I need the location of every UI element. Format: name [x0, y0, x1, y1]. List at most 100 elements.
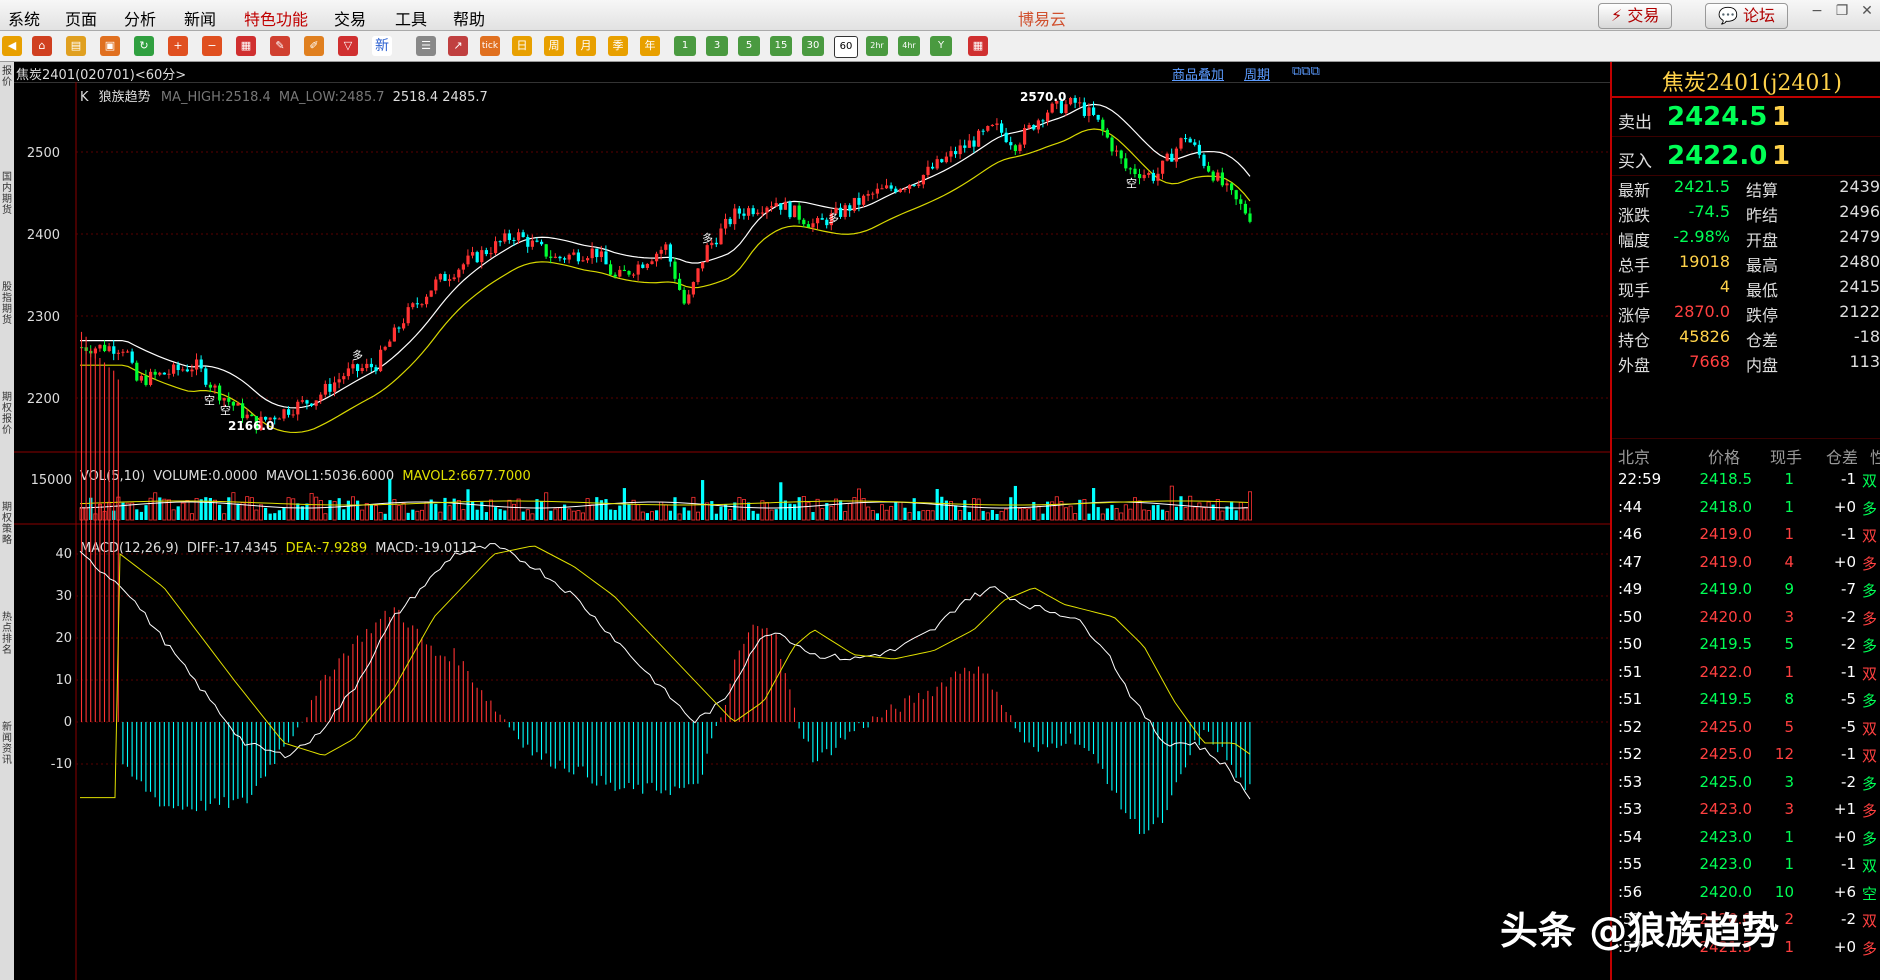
candle-body — [1046, 112, 1050, 122]
new-button[interactable]: 新 — [372, 36, 392, 56]
volume-bar — [636, 504, 641, 521]
candle-body — [664, 244, 668, 250]
minimize-icon[interactable]: − — [1805, 3, 1829, 21]
filter-icon[interactable]: ▽ — [338, 36, 358, 56]
candle-body — [908, 184, 912, 189]
draw-tool-icon[interactable]: ✐ — [304, 36, 324, 56]
candle-body — [553, 256, 557, 258]
candle-body — [1092, 107, 1096, 115]
refresh-icon[interactable]: ↻ — [134, 36, 154, 56]
year-button[interactable]: 年 — [640, 36, 660, 56]
volume-bar — [1078, 499, 1082, 520]
candle-body — [760, 212, 764, 214]
close-icon[interactable]: ✕ — [1855, 3, 1879, 21]
period-1-button[interactable]: 1 — [674, 36, 696, 56]
menu-trade[interactable]: 交易 — [334, 6, 366, 30]
candle-body — [337, 379, 341, 383]
stat-label-right: 最低 — [1746, 281, 1779, 300]
candle-body — [917, 184, 921, 186]
volume-bar — [585, 498, 590, 521]
volume-bar — [1137, 500, 1142, 521]
period-30-button[interactable]: 30 — [802, 36, 824, 56]
menu-news[interactable]: 新闻 — [184, 6, 216, 30]
book-icon[interactable]: ▣ — [100, 36, 120, 56]
period-4hr-button[interactable]: 4hr — [898, 36, 920, 56]
candle-body — [535, 240, 539, 242]
quote-panel: 焦炭2401(j2401) 卖出 2424.5 1 买入 2422.0 1 最新… — [1610, 62, 1880, 980]
candle-body — [811, 223, 815, 228]
period-year-button[interactable]: Y — [930, 36, 952, 56]
volume-bar — [309, 493, 314, 521]
volume-bar — [609, 509, 613, 520]
zoom-out-icon[interactable]: − — [202, 36, 222, 56]
macd-tick-10: 10 — [55, 673, 72, 688]
restore-icon[interactable]: ❐ — [1830, 3, 1854, 21]
sidebar-tab-hot-ranking[interactable]: 热点排名 — [0, 612, 14, 656]
pen-icon[interactable]: ✎ — [270, 36, 290, 56]
sidebar-tab-domestic-futures[interactable]: 国内期货 — [0, 172, 14, 216]
candle-body — [687, 294, 691, 304]
candle-body — [342, 376, 346, 380]
volume-bar — [963, 500, 967, 520]
volume-bar — [903, 507, 907, 520]
volume-bar — [1183, 507, 1188, 521]
period-3-button[interactable]: 3 — [706, 36, 728, 56]
sidebar-tab-news[interactable]: 新闻资讯 — [0, 722, 14, 766]
tick-p: 2422.0 — [1699, 662, 1753, 681]
menu-page[interactable]: 页面 — [65, 6, 97, 30]
volume-bar — [613, 509, 617, 520]
menu-tools[interactable]: 工具 — [395, 6, 427, 30]
menu-special-features[interactable]: 特色功能 — [244, 6, 308, 30]
tick-d: -5 — [1841, 717, 1856, 736]
candle-body — [1105, 129, 1109, 138]
period-15-button[interactable]: 15 — [770, 36, 792, 56]
sidebar-tab-options-quote[interactable]: 期权报价 — [0, 392, 14, 436]
month-button[interactable]: 月 — [576, 36, 596, 56]
chart-area[interactable]: 焦炭2401(020701)<60分> 商品叠加 周期 ⧉⧉⧉ K 狼族趋势 M… — [14, 62, 1610, 980]
home-icon[interactable]: ⌂ — [32, 36, 52, 56]
volume-bar — [1064, 507, 1069, 521]
forum-button[interactable]: 💬 论坛 — [1705, 3, 1789, 29]
menu-analysis[interactable]: 分析 — [124, 6, 156, 30]
volume-bar — [176, 506, 180, 520]
candle-body — [599, 251, 603, 258]
chart-icon[interactable]: ↗ — [448, 36, 468, 56]
candle-body — [287, 409, 291, 415]
volume-bar — [204, 497, 208, 520]
candle-body — [540, 241, 544, 245]
period-5-button[interactable]: 5 — [738, 36, 760, 56]
chart-canvas[interactable]: 2500 2400 2300 2200 15000 40 30 20 10 0 … — [14, 62, 1610, 980]
table-icon[interactable]: ☰ — [416, 36, 436, 56]
week-button[interactable]: 周 — [544, 36, 564, 56]
menu-help[interactable]: 帮助 — [453, 6, 485, 30]
ma-high-line — [80, 103, 1251, 409]
quarter-button[interactable]: 季 — [608, 36, 628, 56]
tick-v: 1 — [1784, 662, 1794, 681]
volume-bar — [1018, 508, 1023, 521]
tick-button[interactable]: tick — [480, 36, 500, 56]
candle-body — [369, 363, 373, 368]
period-2hr-button[interactable]: 2hr — [866, 36, 888, 56]
folder-icon[interactable]: ▤ — [66, 36, 86, 56]
candle-body — [356, 364, 360, 372]
grid-icon[interactable]: ▦ — [968, 36, 988, 56]
candle-body — [231, 401, 235, 406]
zoom-in-icon[interactable]: + — [168, 36, 188, 56]
candle-body — [627, 271, 631, 275]
stat-value-right: 2439 — [1839, 177, 1880, 196]
sidebar-tab-options-strategy[interactable]: 期权策略 — [0, 502, 14, 546]
tick-k: 双 — [1862, 912, 1878, 930]
day-button[interactable]: 日 — [512, 36, 532, 56]
toolbar: ◀ ⌂ ▤ ▣ ↻ + − ▦ ✎ ✐ ▽ 新 ☰ ↗ tick 日 周 月 季… — [0, 31, 1880, 62]
volume-bar — [719, 506, 723, 520]
period-60-button[interactable]: 60 — [834, 36, 858, 58]
sidebar-tab-quote[interactable]: 报价 — [0, 66, 14, 88]
window-icon[interactable]: ▦ — [236, 36, 256, 56]
trade-button[interactable]: ⚡ 交易 — [1598, 3, 1673, 29]
volume-bar — [396, 505, 401, 521]
volume-bar — [447, 505, 452, 521]
menu-system[interactable]: 系统 — [8, 6, 40, 30]
volume-bar — [1197, 502, 1202, 521]
back-arrow-icon[interactable]: ◀ — [2, 36, 22, 56]
sidebar-tab-index-futures[interactable]: 股指期货 — [0, 282, 14, 326]
